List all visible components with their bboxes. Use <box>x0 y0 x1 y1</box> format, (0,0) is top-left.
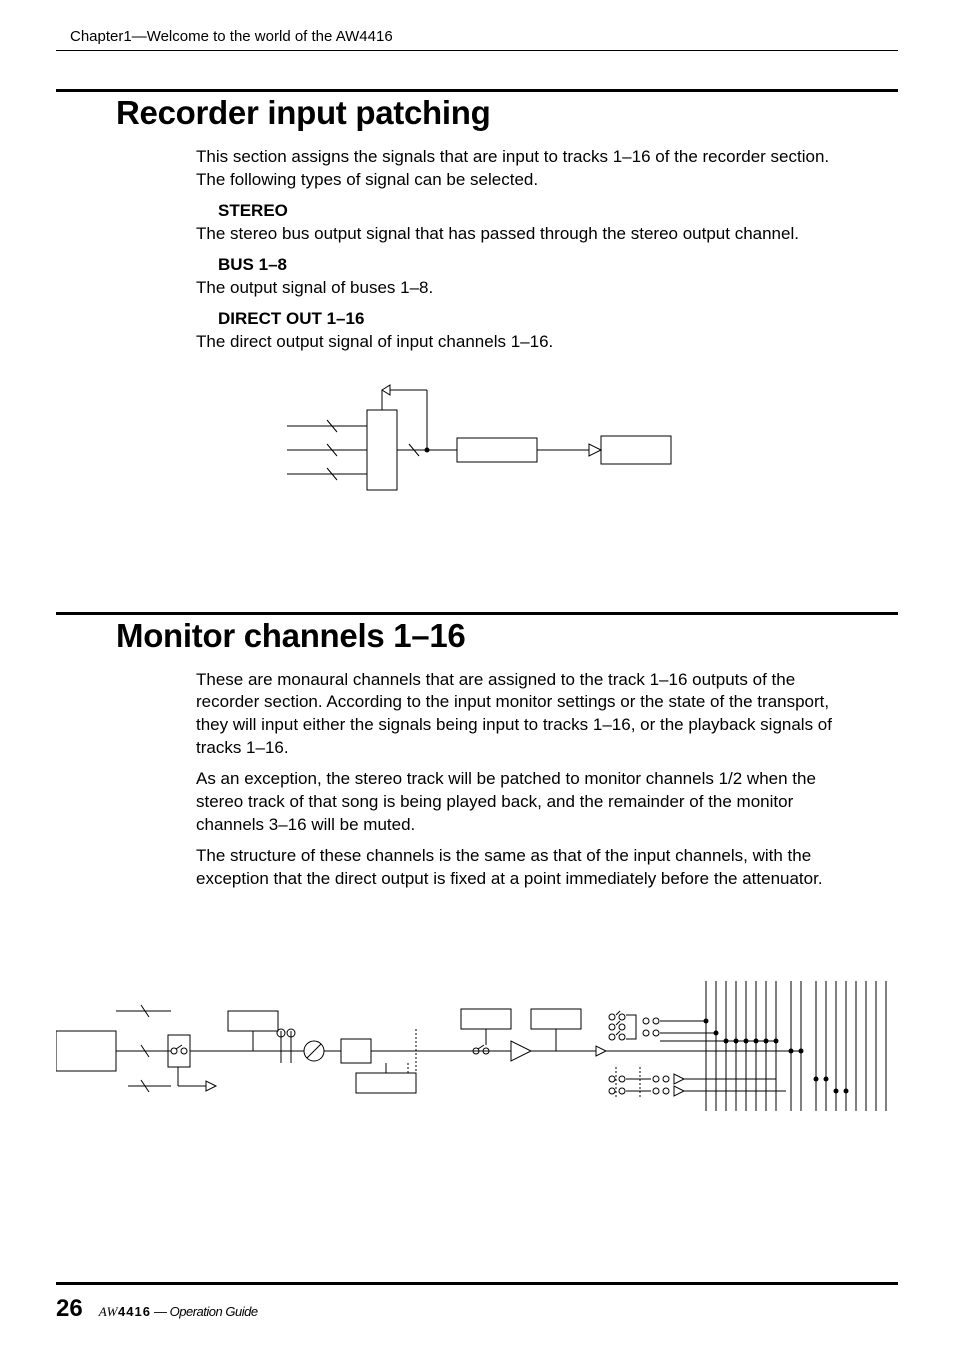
section2-para1: These are monaural channels that are ass… <box>196 669 862 761</box>
product-prefix: AW <box>99 1304 118 1319</box>
section-rule-1 <box>56 89 898 92</box>
page-number: 26 <box>56 1295 83 1323</box>
page-footer: 26 AW4416 — Operation Guide <box>56 1282 898 1323</box>
diagram-recorder-input <box>267 380 687 540</box>
running-header: Chapter1—Welcome to the world of the AW4… <box>56 28 898 51</box>
section-rule-2 <box>56 612 898 615</box>
subtext-stereo: The stereo bus output signal that has pa… <box>196 223 862 246</box>
subhead-bus-row: BUS 1–8 <box>196 254 862 277</box>
product-logo: AW4416 — Operation Guide <box>99 1304 258 1320</box>
section1-body: This section assigns the signals that ar… <box>56 146 898 354</box>
subhead-bus: BUS 1–8 <box>196 254 287 277</box>
section2-para2: As an exception, the stereo track will b… <box>196 768 862 837</box>
subhead-stereo: STEREO <box>196 200 288 223</box>
guide-label: — Operation Guide <box>154 1304 258 1319</box>
subtext-direct: The direct output signal of input channe… <box>196 331 862 354</box>
product-model: 4416 <box>118 1304 151 1319</box>
chapter-tag: Chapter1—Welcome to the world of the AW4… <box>70 28 393 45</box>
section2-body: These are monaural channels that are ass… <box>56 669 898 891</box>
subhead-direct-row: DIRECT OUT 1–16 <box>196 308 862 331</box>
section2-para3: The structure of these channels is the s… <box>196 845 862 891</box>
section-title-monitor: Monitor channels 1–16 <box>56 617 898 655</box>
subhead-direct: DIRECT OUT 1–16 <box>196 308 364 331</box>
section1-intro: This section assigns the signals that ar… <box>196 146 862 192</box>
subtext-bus: The output signal of buses 1–8. <box>196 277 862 300</box>
subhead-stereo-row: STEREO <box>196 200 862 223</box>
diagram-monitor-channel <box>56 961 898 1141</box>
section-title-recorder: Recorder input patching <box>56 94 898 132</box>
